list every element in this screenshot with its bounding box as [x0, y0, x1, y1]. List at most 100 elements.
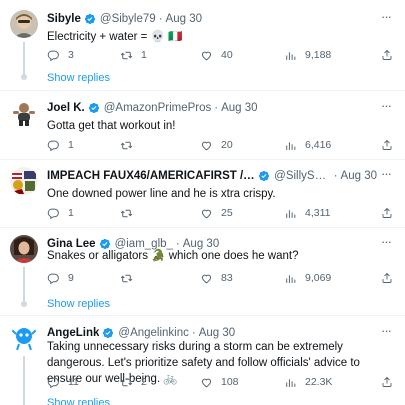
views-button[interactable]: 9,188	[284, 47, 331, 63]
author-handle[interactable]: @Sibyle79	[100, 12, 156, 26]
show-replies-link[interactable]: Show replies	[47, 72, 110, 84]
timestamp[interactable]: Aug 30	[341, 169, 377, 183]
show-replies-link[interactable]: Show replies	[47, 397, 110, 405]
retweet-button[interactable]	[120, 205, 141, 221]
share-icon	[382, 207, 392, 218]
reply-count: 1	[68, 207, 74, 219]
like-icon	[201, 51, 212, 60]
thread-dot	[21, 301, 27, 307]
verified-badge-icon	[259, 170, 270, 182]
timestamp[interactable]: Aug 30	[221, 101, 257, 115]
reply-button[interactable]: 3	[47, 47, 74, 63]
share-button[interactable]	[381, 270, 393, 286]
like-count: 40	[221, 49, 233, 61]
retweet-button[interactable]: 1	[120, 47, 147, 63]
author-name[interactable]: AngeLink	[47, 326, 99, 340]
tweet-header: AngeLink @Angelinkinc · Aug 30	[47, 326, 377, 340]
like-icon	[201, 141, 212, 150]
reply-icon	[47, 377, 59, 388]
like-button[interactable]: 108	[200, 374, 239, 390]
reply-button[interactable]: 1	[47, 137, 74, 153]
reply-count: 9	[68, 272, 74, 284]
retweet-icon	[120, 209, 133, 217]
avatar[interactable]	[10, 167, 38, 195]
like-button[interactable]: 20	[200, 137, 233, 153]
like-icon	[201, 209, 212, 218]
reply-icon	[47, 50, 59, 61]
views-button[interactable]: 4,311	[284, 205, 331, 221]
retweet-button[interactable]: 2	[120, 374, 147, 390]
view-count: 9,188	[305, 49, 332, 61]
retweet-button[interactable]	[120, 270, 141, 286]
like-button[interactable]: 40	[200, 47, 233, 63]
reply-count: 1	[68, 139, 74, 151]
thread-dot	[21, 74, 27, 80]
author-handle[interactable]: @Angelinkinc	[118, 326, 189, 340]
views-icon	[286, 378, 296, 387]
tweet[interactable]: IMPEACH FAUX46/AMERICAFIRST /Veter… @Sil…	[0, 167, 405, 223]
views-button[interactable]: 9,069	[284, 270, 331, 286]
reply-button[interactable]: 1	[47, 205, 74, 221]
reply-button[interactable]: 9	[47, 270, 74, 286]
reply-icon	[47, 273, 59, 284]
tweet-actions: 1 20 6,416	[47, 137, 393, 153]
like-count: 83	[221, 272, 233, 284]
author-name[interactable]: IMPEACH FAUX46/AMERICAFIRST /Veter…	[47, 169, 255, 183]
author-handle[interactable]: @AmazonPrimePros	[104, 101, 212, 115]
divider	[0, 159, 405, 160]
more-icon[interactable]: ···	[379, 99, 393, 115]
retweet-icon	[120, 141, 133, 149]
retweet-button[interactable]	[120, 137, 141, 153]
like-icon	[201, 274, 212, 283]
reply-count: 3	[68, 49, 74, 61]
divider	[0, 315, 405, 316]
avatar[interactable]	[10, 235, 38, 263]
like-count: 20	[221, 139, 233, 151]
like-button[interactable]: 83	[200, 270, 233, 286]
more-icon[interactable]: ···	[379, 167, 393, 183]
reply-icon	[47, 208, 59, 219]
avatar[interactable]	[10, 324, 38, 352]
reply-icon	[47, 140, 59, 151]
separator: ·	[158, 13, 163, 25]
like-icon	[201, 378, 212, 387]
author-name[interactable]: Joel K.	[47, 101, 85, 115]
reply-button[interactable]: 11	[47, 374, 79, 390]
share-button[interactable]	[381, 205, 393, 221]
share-icon	[382, 376, 392, 387]
view-count: 9,069	[305, 272, 332, 284]
share-icon	[382, 272, 392, 283]
tweet[interactable]: Joel K. @AmazonPrimePros · Aug 30 ··· Go…	[0, 99, 405, 155]
author-handle[interactable]: @SillySalt…	[274, 169, 331, 183]
share-button[interactable]	[381, 137, 393, 153]
tweet[interactable]: AngeLink @Angelinkinc · Aug 30 ··· Takin…	[0, 324, 405, 405]
views-icon	[286, 141, 296, 150]
views-icon	[286, 274, 296, 283]
separator: ·	[333, 170, 338, 182]
divider	[0, 90, 405, 91]
thread-line	[23, 267, 25, 303]
tweet-actions: 9 83 9,069	[47, 270, 393, 286]
share-button[interactable]	[381, 47, 393, 63]
separator: ·	[191, 327, 196, 339]
verified-badge-icon	[103, 327, 114, 339]
share-button[interactable]	[381, 374, 393, 390]
timestamp[interactable]: Aug 30	[199, 326, 235, 340]
like-button[interactable]: 25	[200, 205, 233, 221]
show-replies-link[interactable]: Show replies	[47, 298, 110, 310]
tweet-text: One downed power line and he is xtra cri…	[47, 188, 276, 200]
views-button[interactable]: 22.3K	[284, 374, 332, 390]
view-count: 6,416	[305, 139, 332, 151]
avatar[interactable]	[10, 99, 38, 127]
tweet[interactable]: Sibyle @Sibyle79 · Aug 30 ··· Electricit…	[0, 10, 405, 88]
more-icon[interactable]: ···	[379, 10, 393, 26]
avatar[interactable]	[10, 10, 38, 38]
more-icon[interactable]: ···	[379, 324, 393, 340]
like-count: 25	[221, 207, 233, 219]
share-icon	[382, 139, 392, 150]
tweet[interactable]: Gina Lee @iam_glb_ · Aug 30 ··· Snakes o…	[0, 235, 405, 315]
like-count: 108	[221, 376, 239, 388]
views-button[interactable]: 6,416	[284, 137, 331, 153]
timestamp[interactable]: Aug 30	[166, 12, 202, 26]
author-name[interactable]: Sibyle	[47, 12, 81, 26]
